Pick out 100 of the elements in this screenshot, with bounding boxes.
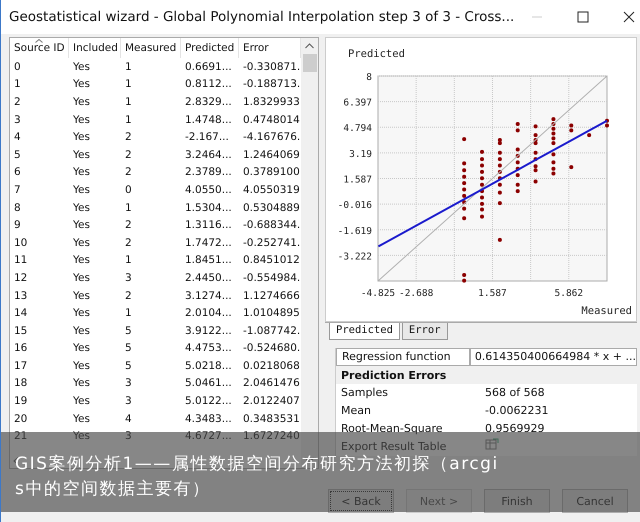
- table-cell-text: 5: [124, 360, 133, 372]
- table-cell-text: 2.4450...: [184, 272, 233, 284]
- table-cell-text: 1.0104895: [242, 307, 301, 320]
- data-point: [480, 164, 484, 168]
- table-cell-text: 5.0461...: [184, 377, 233, 390]
- table-cell-text: 4: [124, 412, 133, 425]
- table-cell-text: 2: [13, 96, 22, 108]
- table-cell-text: 2.3789...: [184, 166, 233, 178]
- table-cell-text: 0.0218068: [242, 360, 301, 372]
- table-cell-text: 1: [124, 96, 133, 108]
- data-point: [516, 160, 520, 164]
- table-cell-text: 0.8112...: [184, 78, 233, 90]
- table-cell-text: 3: [124, 377, 133, 390]
- table-cell-text: 3: [124, 395, 133, 408]
- data-point: [480, 157, 484, 162]
- data-point: [480, 214, 484, 219]
- table-cell-text: Yes: [72, 202, 91, 214]
- table-cell-text: -2.167...: [184, 131, 230, 144]
- data-point: [480, 182, 484, 187]
- scrollbar-thumb[interactable]: [302, 54, 316, 72]
- y-tick-label: -1.619: [338, 226, 372, 237]
- table-cell-text: Yes: [72, 219, 91, 232]
- table-cell-text: 0.4748014: [242, 114, 301, 126]
- data-point: [498, 164, 502, 168]
- table-cell-text: 4.4753...: [184, 342, 233, 354]
- table-cell-text: Yes: [72, 377, 91, 390]
- property-label: Samples: [340, 385, 389, 401]
- table-cell-text: 0.6691...: [184, 60, 233, 73]
- data-point: [516, 189, 520, 194]
- column-header[interactable]: Measured: [121, 38, 181, 58]
- scroll-up-icon[interactable]: [305, 43, 314, 49]
- data-point: [587, 133, 592, 138]
- table-cell-text: -0.554984.: [242, 272, 301, 284]
- table-cell-text: Yes: [72, 412, 91, 425]
- data-point: [480, 195, 484, 200]
- table-cell-text: 3.2464...: [184, 148, 233, 161]
- table-cell-text: 18: [13, 377, 28, 390]
- table-cell-text: 2: [124, 290, 133, 302]
- table-cell-text: 1: [124, 254, 133, 266]
- y-tick-label: 3.19: [349, 148, 372, 160]
- table-cell-text: 2.8329...: [184, 96, 233, 108]
- table-cell-text: 1: [124, 60, 133, 73]
- table-cell-text: 20: [13, 412, 28, 425]
- y-tick-label: -0.016: [338, 200, 372, 212]
- table-cell-text: 4.0550319: [242, 184, 301, 196]
- data-point: [498, 201, 502, 206]
- table-cell-text: Yes: [72, 342, 91, 354]
- table-cell-text: 2: [124, 166, 133, 178]
- table-cell-text: 4.3483...: [184, 412, 233, 425]
- table-cell-text: 0: [13, 60, 22, 73]
- x-axis-title: Measured: [581, 305, 632, 317]
- table-cell-text: 1.8329933: [242, 96, 301, 108]
- data-point: [498, 238, 502, 242]
- table-cell-text: 1.4748...: [184, 114, 233, 126]
- property-value: -0.0062231: [484, 403, 550, 419]
- column-header[interactable]: Predicted: [181, 38, 239, 58]
- data-point: [462, 194, 466, 198]
- table-cell-text: Yes: [72, 272, 91, 284]
- table-cell-text: 1: [124, 114, 133, 126]
- x-tick-label: -4.825: [360, 288, 396, 299]
- data-point: [462, 137, 466, 142]
- table-cell-text: 13: [13, 290, 28, 302]
- table-cell-text: Yes: [72, 131, 91, 144]
- x-tick-label: 1.587: [478, 288, 507, 299]
- data-point: [516, 122, 520, 126]
- table-cell-text: 2.0122407: [242, 395, 301, 408]
- table-cell-text: 6: [13, 166, 22, 178]
- table-cell-text: 7: [13, 184, 22, 196]
- data-point: [480, 189, 484, 194]
- table-cell-text: -4.167676.: [242, 131, 301, 144]
- regression-function-field[interactable]: 0.614350400664984 * x + ...: [470, 348, 637, 366]
- chart-tab[interactable]: Predicted: [329, 323, 400, 340]
- column-header[interactable]: Included: [69, 38, 121, 58]
- table-cell-text: 1.5304...: [184, 202, 233, 214]
- data-point: [462, 168, 466, 172]
- table-cell-text: 1: [124, 202, 133, 214]
- column-header[interactable]: Source ID: [10, 38, 69, 58]
- table-cell-text: Yes: [72, 430, 91, 442]
- x-tick-label: 5.862: [554, 288, 584, 299]
- data-point: [498, 170, 502, 174]
- data-point: [516, 182, 520, 187]
- table-cell-text: 0.3483531: [242, 412, 301, 425]
- property-label: Export Result Table: [340, 439, 448, 454]
- data-point: [462, 181, 466, 186]
- y-tick-label: 1.587: [343, 174, 372, 186]
- table-cell-text: 10: [13, 236, 28, 249]
- table-cell-text: Yes: [72, 395, 91, 408]
- data-point: [534, 157, 538, 162]
- data-point: [480, 176, 484, 180]
- table-cell-text: -0.688344.: [242, 219, 301, 232]
- table-cell-text: Yes: [72, 236, 91, 249]
- chart-tab[interactable]: Error: [402, 323, 448, 340]
- data-point: [534, 124, 538, 128]
- property-label: Root-Mean-Square: [340, 421, 444, 437]
- table-cell-text: 1.1274666: [242, 290, 301, 302]
- table-cell-text: 0.8451012: [242, 254, 301, 266]
- table-cell-text: 19: [13, 395, 28, 408]
- data-point: [462, 278, 466, 283]
- table-cell-text: Yes: [72, 307, 91, 320]
- data-point: [534, 180, 538, 184]
